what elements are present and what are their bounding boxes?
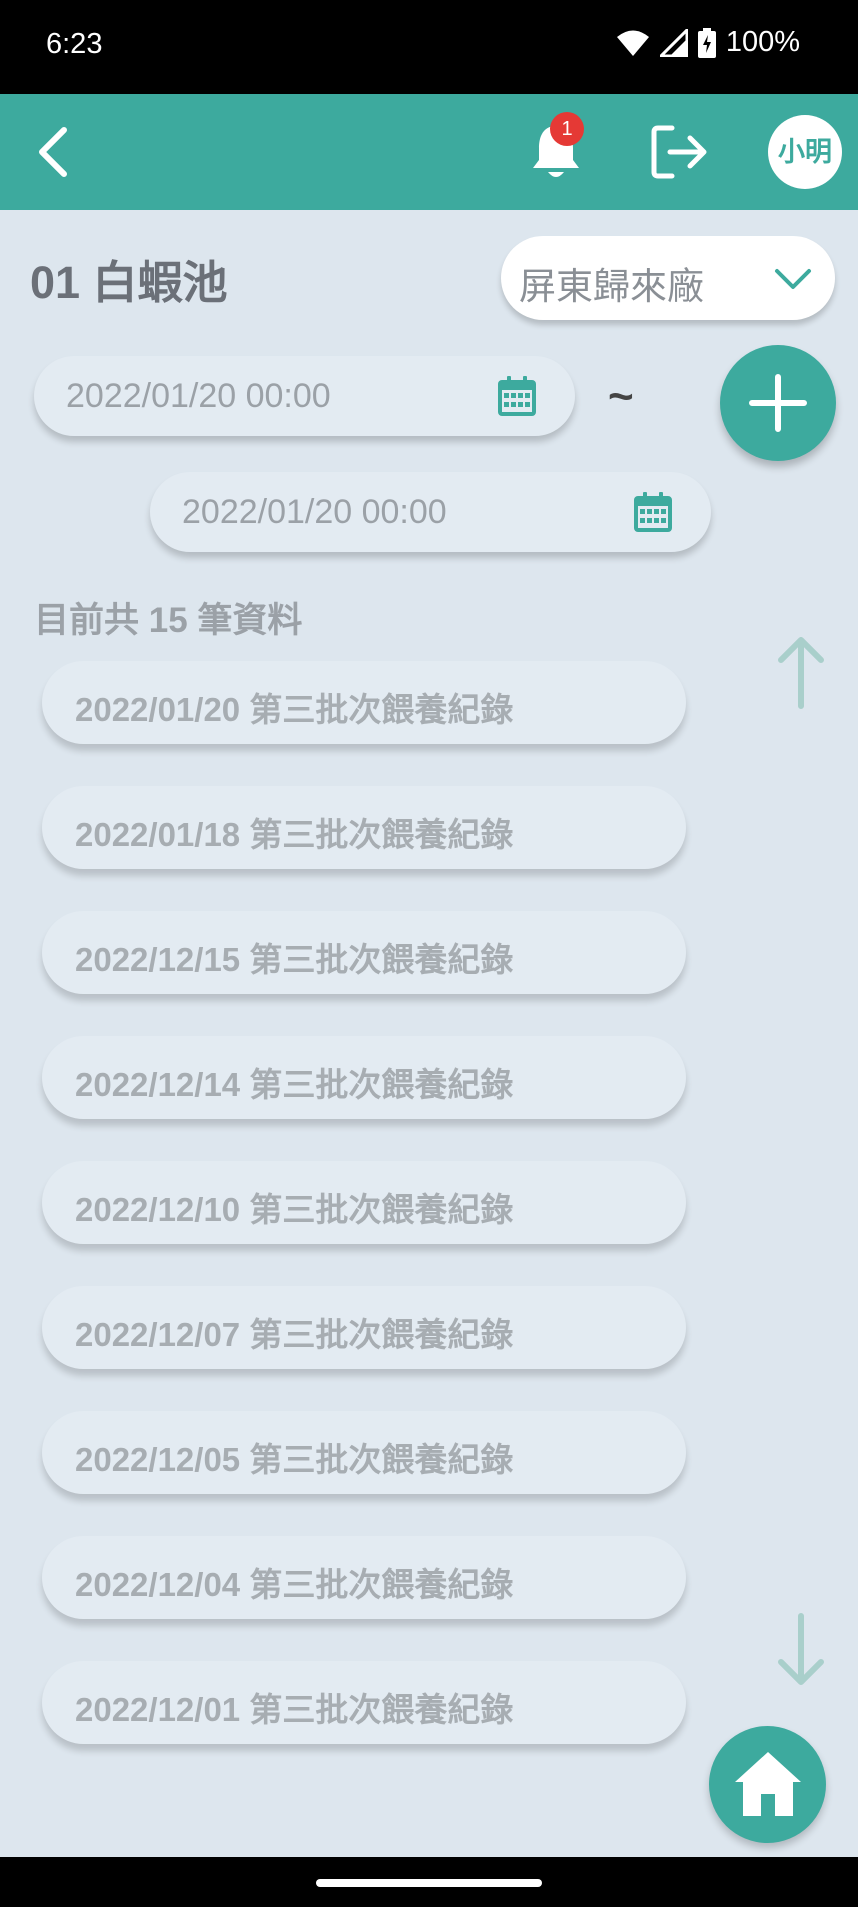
home-gesture-handle[interactable] — [316, 1879, 542, 1887]
end-date-field[interactable]: 2022/01/20 00:00 — [150, 472, 711, 552]
list-item-label: 2022/12/10 第三批次餵養紀錄 — [75, 1191, 514, 1228]
calendar-icon[interactable] — [632, 490, 674, 534]
list-item[interactable]: 2022/12/04 第三批次餵養紀錄 — [42, 1536, 686, 1619]
list-item-label: 2022/12/14 第三批次餵養紀錄 — [75, 1066, 514, 1103]
list-item[interactable]: 2022/12/07 第三批次餵養紀錄 — [42, 1286, 686, 1369]
calendar-icon[interactable] — [496, 374, 538, 418]
status-bar: 6:23 100% — [0, 0, 858, 94]
chevron-down-icon — [775, 269, 811, 289]
end-date-value: 2022/01/20 00:00 — [182, 493, 447, 531]
factory-selected-value: 屏東歸來廠 — [519, 266, 704, 307]
start-date-field[interactable]: 2022/01/20 00:00 — [34, 356, 575, 436]
back-button[interactable] — [30, 122, 80, 182]
user-avatar[interactable]: 小明 — [768, 115, 842, 189]
scroll-down-arrow-icon[interactable] — [776, 1612, 826, 1688]
status-time: 6:23 — [46, 28, 103, 60]
list-item-label: 2022/12/01 第三批次餵養紀錄 — [75, 1691, 514, 1728]
factory-dropdown[interactable]: 屏東歸來廠 — [501, 236, 835, 320]
list-item[interactable]: 2022/01/20 第三批次餵養紀錄 — [42, 661, 686, 744]
screen: 6:23 100% 1 小明 01 白蝦池 屏東歸來廠 2022/01/20 0… — [0, 0, 858, 1907]
list-item-label: 2022/12/04 第三批次餵養紀錄 — [75, 1566, 514, 1603]
app-bar: 1 小明 — [0, 94, 858, 210]
battery-level: 100% — [725, 26, 800, 58]
add-record-button[interactable] — [720, 345, 836, 461]
notification-badge: 1 — [550, 112, 584, 146]
list-item-label: 2022/12/05 第三批次餵養紀錄 — [75, 1441, 514, 1478]
chevron-left-icon — [39, 127, 67, 177]
home-icon — [735, 1752, 801, 1816]
battery-charging-icon — [697, 27, 716, 58]
list-item-label: 2022/01/18 第三批次餵養紀錄 — [75, 816, 514, 853]
record-count: 目前共 15 筆資料 — [34, 601, 303, 640]
list-item[interactable]: 2022/12/15 第三批次餵養紀錄 — [42, 911, 686, 994]
logout-button[interactable] — [648, 122, 710, 182]
home-button[interactable] — [709, 1726, 826, 1843]
list-item-label: 2022/12/15 第三批次餵養紀錄 — [75, 941, 514, 978]
list-item[interactable]: 2022/12/10 第三批次餵養紀錄 — [42, 1161, 686, 1244]
scroll-up-arrow-icon[interactable] — [776, 634, 826, 710]
status-icons: 100% — [616, 26, 800, 59]
logout-icon — [651, 125, 707, 179]
system-navigation-bar — [0, 1857, 858, 1907]
date-range-separator: ~ — [608, 372, 634, 421]
list-item-label: 2022/12/07 第三批次餵養紀錄 — [75, 1316, 514, 1353]
list-item[interactable]: 2022/12/01 第三批次餵養紀錄 — [42, 1661, 686, 1744]
list-item[interactable]: 2022/12/14 第三批次餵養紀錄 — [42, 1036, 686, 1119]
cellular-signal-icon — [659, 28, 688, 57]
page-title: 01 白蝦池 — [30, 257, 228, 308]
wifi-icon — [616, 30, 649, 56]
list-item[interactable]: 2022/12/05 第三批次餵養紀錄 — [42, 1411, 686, 1494]
list-item-label: 2022/01/20 第三批次餵養紀錄 — [75, 691, 514, 728]
plus-icon — [749, 374, 807, 432]
start-date-value: 2022/01/20 00:00 — [66, 377, 331, 415]
list-item[interactable]: 2022/01/18 第三批次餵養紀錄 — [42, 786, 686, 869]
